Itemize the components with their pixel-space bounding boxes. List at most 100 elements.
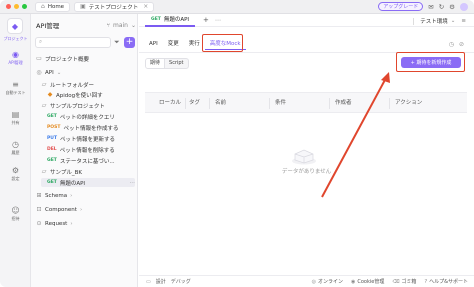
folder-icon: ▭ xyxy=(36,55,42,62)
tree-item-request[interactable]: ⊙ Request › xyxy=(36,219,72,228)
tree-item-root-folder[interactable]: ▱ ルートフォルダー xyxy=(41,80,94,89)
share-icon[interactable]: ⊘ xyxy=(459,41,464,48)
search-box[interactable]: ⌕ xyxy=(35,37,111,48)
chevron-down-icon: ⌄ xyxy=(450,18,456,24)
tree-item-label: サンプルプロジェクト xyxy=(50,103,105,110)
add-button[interactable]: + xyxy=(124,37,135,48)
method-badge: DEL xyxy=(47,147,57,152)
collapse-icon[interactable]: ▭ xyxy=(146,279,151,285)
column-header-tag: タグ xyxy=(189,100,201,106)
close-window-button[interactable] xyxy=(6,4,11,9)
tree-item-label: ペットの詳細をクエリ xyxy=(59,114,115,121)
title-bar: ⌂ Home ▣ テストプロジェクト × アップグレード ✉ ↻ ⚙ xyxy=(0,0,474,14)
branch-icon[interactable]: ⑂ xyxy=(106,22,110,29)
avatar[interactable] xyxy=(460,2,468,11)
share-icon: ▤ xyxy=(11,110,20,119)
filter-icon[interactable]: ⏷ xyxy=(114,38,120,47)
tree-item-endpoint[interactable]: GET ステータスに基づい... xyxy=(47,156,115,165)
environment-select[interactable]: テスト環境 ⌄ ≡ xyxy=(413,17,466,25)
design-mode-button[interactable]: 設計 xyxy=(156,278,166,285)
tree-item-label: ルートフォルダー xyxy=(50,82,95,89)
tree-item-label: ステータスに基づい... xyxy=(59,158,115,165)
cookie-manager-button[interactable]: ◉ Cookie管理 xyxy=(351,278,384,286)
tree-item-api[interactable]: ◎ API ⌄ xyxy=(36,68,61,77)
trash-label: ゴミ箱 xyxy=(401,279,417,285)
rail-item-automation[interactable]: ≡ 自動テスト xyxy=(0,80,31,96)
maximize-window-button[interactable] xyxy=(22,4,27,9)
rail-item-label: 設定 xyxy=(11,176,20,181)
tree-item-endpoint[interactable]: GET ペットの詳細をクエリ xyxy=(47,112,115,121)
rail-item-settings[interactable]: ⚙ 設定 xyxy=(0,166,31,182)
tab-home[interactable]: ⌂ Home xyxy=(35,1,71,12)
tree-item-label: ペット情報を削除する xyxy=(59,147,115,154)
component-icon: ⊡ xyxy=(36,206,42,213)
app-window: ⌂ Home ▣ テストプロジェクト × アップグレード ✉ ↻ ⚙ ◆ プロジ… xyxy=(0,0,474,287)
chevron-down-icon[interactable]: ⌄ xyxy=(131,22,136,29)
minimize-window-button[interactable] xyxy=(14,4,19,9)
search-input[interactable] xyxy=(45,39,106,46)
folder-open-icon: ▱ xyxy=(41,102,47,109)
refresh-icon[interactable]: ↻ xyxy=(439,3,444,11)
rail-item-label: 招待 xyxy=(11,216,20,221)
method-badge: PUT xyxy=(47,136,58,141)
tree-item-component[interactable]: ⊡ Component › xyxy=(36,205,82,214)
column-header-condition: 条件 xyxy=(275,100,287,106)
column-header-local: ローカル xyxy=(159,100,182,106)
tab-project-label: テストプロジェクト xyxy=(88,4,139,11)
branch-label[interactable]: main xyxy=(113,22,128,29)
seg-expectation[interactable]: 期待 xyxy=(146,59,166,68)
rail-item-history[interactable]: ◷ 履歴 xyxy=(0,140,31,156)
online-label: オンライン xyxy=(317,279,343,285)
seg-script[interactable]: Script xyxy=(165,59,188,68)
gear-icon[interactable]: ⚙ xyxy=(449,3,455,11)
column-divider xyxy=(209,98,210,109)
trash-button[interactable]: ⌫ ゴミ箱 xyxy=(392,278,417,286)
mail-icon[interactable]: ✉ xyxy=(428,3,433,11)
column-divider xyxy=(389,98,390,109)
tree-item-sample-bk[interactable]: ▱ サンプル_BK xyxy=(41,167,82,176)
more-icon[interactable]: ⋯ xyxy=(130,180,136,186)
column-header-actions: アクション xyxy=(395,100,423,106)
menu-icon[interactable]: ≡ xyxy=(461,18,466,24)
tree-item-schema[interactable]: ⊞ Schema › xyxy=(36,191,72,200)
status-bar-left: ▭ 設計 デバッグ xyxy=(146,278,191,286)
rail-item-share[interactable]: ▤ 共有 xyxy=(0,110,31,126)
tab-project[interactable]: ▣ テストプロジェクト × xyxy=(74,1,155,12)
tree-item-label: Schema xyxy=(45,192,68,199)
close-tab-icon[interactable]: × xyxy=(143,3,148,10)
tree-item-sample-project[interactable]: ▱ サンプルプロジェクト xyxy=(41,101,105,110)
online-status[interactable]: ◎ オンライン xyxy=(312,278,343,286)
chevron-right-icon: › xyxy=(70,192,73,199)
tree-item-endpoint[interactable]: DEL ペット情報を削除する xyxy=(47,145,115,154)
window-controls xyxy=(6,4,27,9)
tree-item-endpoint[interactable]: PUT ペット情報を更新する xyxy=(47,134,115,143)
tree-item-overview[interactable]: ▭ プロジェクト概要 xyxy=(36,54,89,63)
rail-item-label: API管理 xyxy=(8,60,23,65)
tree-item-label: API xyxy=(45,69,54,76)
tree-item-untitled-api[interactable]: GET 無題のAPI ⋯ xyxy=(41,178,135,187)
search-icon: ⌕ xyxy=(39,39,43,45)
tree-item-apidog[interactable]: ◆ Apidogを使い回す xyxy=(47,90,103,99)
tree-item-label: プロジェクト概要 xyxy=(45,56,90,63)
help-button[interactable]: ? ヘルプ&サポート xyxy=(424,278,468,286)
rail-item-invite[interactable]: ☺ 招待 xyxy=(0,206,31,222)
tab-untitled-api[interactable]: GET 無題のAPI xyxy=(145,14,196,27)
add-tab-icon[interactable]: + xyxy=(203,16,209,24)
history-icon[interactable]: ◷ xyxy=(449,41,454,48)
upgrade-button[interactable]: アップグレード xyxy=(378,2,424,11)
rail-item-api[interactable]: ◉ API管理 xyxy=(0,50,31,66)
project-logo-icon[interactable]: ◆ xyxy=(7,18,23,34)
more-icon[interactable]: ⋯ xyxy=(215,17,221,24)
status-bar-right: ◎ オンライン ◉ Cookie管理 ⌫ ゴミ箱 ? ヘルプ&サポート xyxy=(312,278,468,286)
empty-state-text: データがありません xyxy=(281,169,332,175)
tree-item-label: Apidogを使い回す xyxy=(56,92,103,99)
left-rail: ◆ プロジェクト ◉ API管理 ≡ 自動テスト ▤ 共有 ◷ 履歴 ⚙ 設定 … xyxy=(0,14,31,287)
tab-changes[interactable]: 変更 xyxy=(163,38,184,50)
chevron-down-icon: ⌄ xyxy=(56,69,62,76)
project-logo-label: プロジェクト xyxy=(3,36,28,41)
tab-api[interactable]: API xyxy=(144,38,163,50)
tree-item-endpoint[interactable]: POST ペット情報を作成する xyxy=(47,123,118,132)
table-header: ローカル タグ 名前 条件 作成者 アクション xyxy=(145,92,467,113)
debug-mode-button[interactable]: デバッグ xyxy=(171,278,191,285)
schema-icon: ⊞ xyxy=(36,192,42,199)
